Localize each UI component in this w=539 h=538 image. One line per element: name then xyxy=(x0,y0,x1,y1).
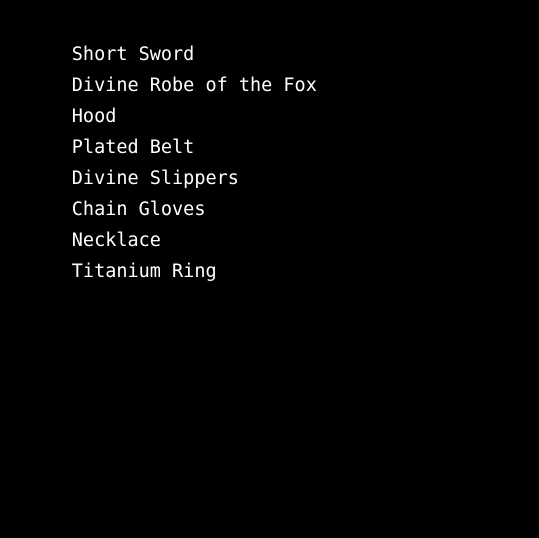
list-item-label: Divine Robe of the Fox xyxy=(71,75,317,96)
list-item[interactable]: Short Sword xyxy=(14,8,539,65)
list-item-label: Short Sword xyxy=(71,44,195,65)
list-item-label: Plated Belt xyxy=(71,137,195,158)
list-item-label: Divine Slippers xyxy=(71,168,239,189)
equipment-item-list: Short Sword Divine Robe of the Fox Hood … xyxy=(14,8,539,282)
list-item-label: Chain Gloves xyxy=(71,199,206,220)
list-item-label: Necklace xyxy=(71,230,161,251)
list-item-label: Hood xyxy=(71,106,117,127)
list-item-label: Titanium Ring xyxy=(71,261,217,282)
screen-root: Short Sword Divine Robe of the Fox Hood … xyxy=(0,0,539,538)
